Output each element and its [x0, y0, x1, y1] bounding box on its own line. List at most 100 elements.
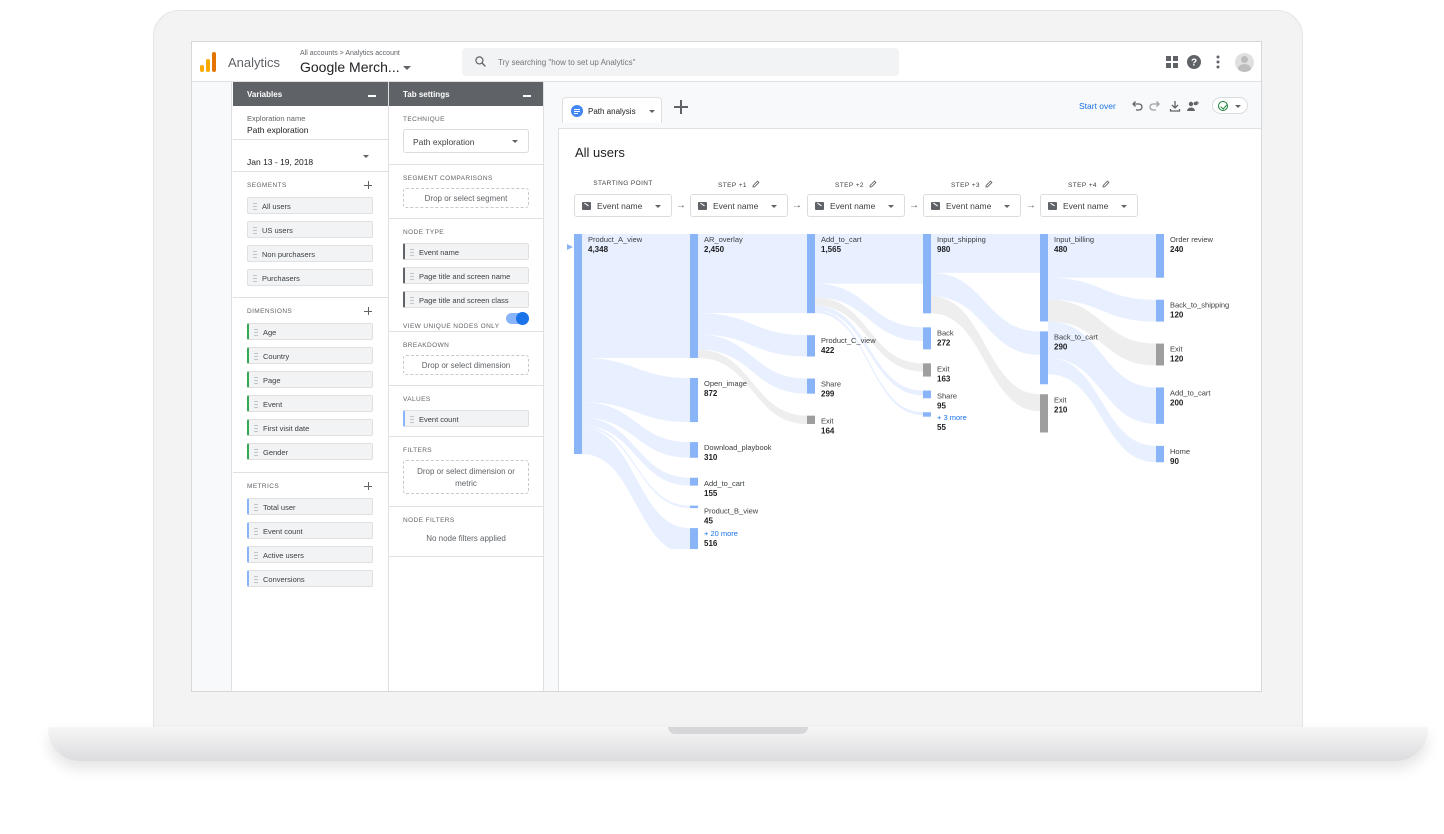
chip-item[interactable]: Page [247, 371, 373, 388]
account-caret-icon[interactable] [403, 66, 411, 70]
add-metric-icon[interactable] [364, 482, 372, 490]
flow-node[interactable] [1156, 387, 1164, 424]
drag-handle-icon[interactable] [253, 226, 257, 235]
help-icon[interactable]: ? [1186, 54, 1202, 70]
chip-item[interactable]: Conversions [247, 570, 373, 587]
flow-node-label: Back_to_cart [1054, 332, 1099, 341]
add-segment-icon[interactable] [364, 181, 372, 189]
status-pill[interactable] [1212, 97, 1248, 114]
drag-handle-icon[interactable] [254, 503, 258, 512]
flow-node[interactable] [690, 442, 698, 458]
drag-handle-icon[interactable] [410, 272, 414, 281]
drag-handle-icon[interactable] [254, 352, 258, 361]
chip-item[interactable]: Active users [247, 546, 373, 563]
drag-handle-icon[interactable] [410, 248, 414, 257]
breakdown-drop-zone[interactable]: Drop or select dimension [403, 355, 529, 375]
flow-node[interactable] [923, 412, 931, 417]
flow-node[interactable] [1040, 331, 1048, 385]
chip-item[interactable]: All users [247, 197, 373, 214]
date-range[interactable]: Jan 13 - 19, 2018 [247, 157, 313, 167]
exploration-name[interactable]: Path exploration [247, 125, 388, 135]
flow-node-label: Order review [1170, 235, 1214, 244]
chip-item[interactable]: Total user [247, 498, 373, 515]
flow-node[interactable] [807, 335, 815, 357]
chip-item[interactable]: Page title and screen class [403, 291, 529, 308]
drag-handle-icon[interactable] [254, 448, 258, 457]
flow-node[interactable] [923, 363, 931, 377]
drag-handle-icon[interactable] [410, 296, 414, 305]
account-avatar[interactable] [1235, 53, 1254, 72]
add-tab-icon[interactable] [674, 100, 688, 114]
start-over-button[interactable]: Start over [1079, 101, 1116, 111]
more-vert-icon[interactable] [1210, 54, 1226, 70]
breadcrumb[interactable]: All accounts > Analytics account [300, 50, 400, 57]
date-caret-icon[interactable] [363, 155, 369, 158]
drag-handle-icon[interactable] [254, 376, 258, 385]
flow-node[interactable] [807, 378, 815, 394]
add-dimension-icon[interactable] [364, 307, 372, 315]
drag-handle-icon[interactable] [410, 415, 414, 424]
minimize-icon[interactable] [523, 95, 531, 97]
share-users-icon[interactable] [1186, 100, 1200, 112]
flow-node[interactable] [1156, 445, 1164, 463]
drag-handle-icon[interactable] [254, 424, 258, 433]
minimize-icon[interactable] [368, 95, 376, 97]
drag-handle-icon[interactable] [254, 400, 258, 409]
segment-drop-zone[interactable]: Drop or select segment [403, 188, 529, 208]
unique-nodes-toggle[interactable] [506, 312, 529, 325]
logo-bar-mid [206, 59, 210, 72]
values-chip[interactable]: Event count [403, 410, 529, 427]
chip-item[interactable]: Event name [403, 243, 529, 260]
flow-node[interactable] [1040, 394, 1048, 433]
variables-panel: Variables Exploration name Path explorat… [233, 82, 389, 691]
flow-node[interactable] [690, 528, 698, 549]
apps-grid-icon[interactable] [1164, 54, 1180, 70]
drag-handle-icon[interactable] [253, 202, 257, 211]
redo-icon[interactable] [1149, 100, 1161, 112]
technique-caret-icon [512, 140, 518, 143]
tab-caret-icon[interactable] [649, 110, 655, 113]
chip-item[interactable]: Page title and screen name [403, 267, 529, 284]
drag-handle-icon[interactable] [254, 551, 258, 560]
flow-node[interactable] [690, 377, 698, 423]
flow-node[interactable] [690, 505, 698, 509]
search-input[interactable] [498, 53, 878, 71]
flow-node[interactable] [690, 477, 698, 486]
unique-nodes-label: VIEW UNIQUE NODES ONLY [403, 323, 500, 330]
flow-node[interactable] [1156, 299, 1164, 322]
chip-item[interactable]: Country [247, 347, 373, 364]
search-bar[interactable] [462, 48, 899, 76]
flow-node[interactable] [923, 327, 931, 350]
flow-node[interactable] [574, 234, 582, 454]
undo-icon[interactable] [1131, 100, 1143, 112]
chip-item[interactable]: Gender [247, 443, 373, 460]
chip-item[interactable]: First visit date [247, 419, 373, 436]
tab-path-analysis[interactable]: Path analysis [562, 97, 662, 123]
date-range-section[interactable]: Jan 13 - 19, 2018 [233, 140, 388, 172]
flow-node[interactable] [1156, 343, 1164, 366]
flow-node[interactable] [1156, 234, 1164, 278]
chip-item[interactable]: Non purchasers [247, 245, 373, 262]
flow-node[interactable] [690, 234, 698, 358]
chip-item[interactable]: Event count [247, 522, 373, 539]
drag-handle-icon[interactable] [254, 328, 258, 337]
flow-node[interactable] [923, 234, 931, 314]
flow-node[interactable] [1040, 234, 1048, 322]
chip-item[interactable]: Age [247, 323, 373, 340]
flow-node-value: 980 [937, 245, 951, 254]
technique-select[interactable]: Path exploration [403, 129, 529, 153]
drag-handle-icon[interactable] [253, 250, 257, 259]
drag-handle-icon[interactable] [253, 274, 257, 283]
download-icon[interactable] [1169, 100, 1181, 112]
chip-item[interactable]: Event [247, 395, 373, 412]
flow-node[interactable] [923, 390, 931, 399]
drag-handle-icon[interactable] [254, 575, 258, 584]
flow-node[interactable] [807, 415, 815, 424]
chip-item[interactable]: Purchasers [247, 269, 373, 286]
filters-drop-zone[interactable]: Drop or select dimension or metric [403, 460, 529, 494]
node-type-section: NODE TYPE Event name Page title and scree… [389, 219, 543, 332]
chip-item[interactable]: US users [247, 221, 373, 238]
account-selector[interactable]: Google Merch... [300, 59, 400, 75]
flow-node[interactable] [807, 234, 815, 314]
drag-handle-icon[interactable] [254, 527, 258, 536]
